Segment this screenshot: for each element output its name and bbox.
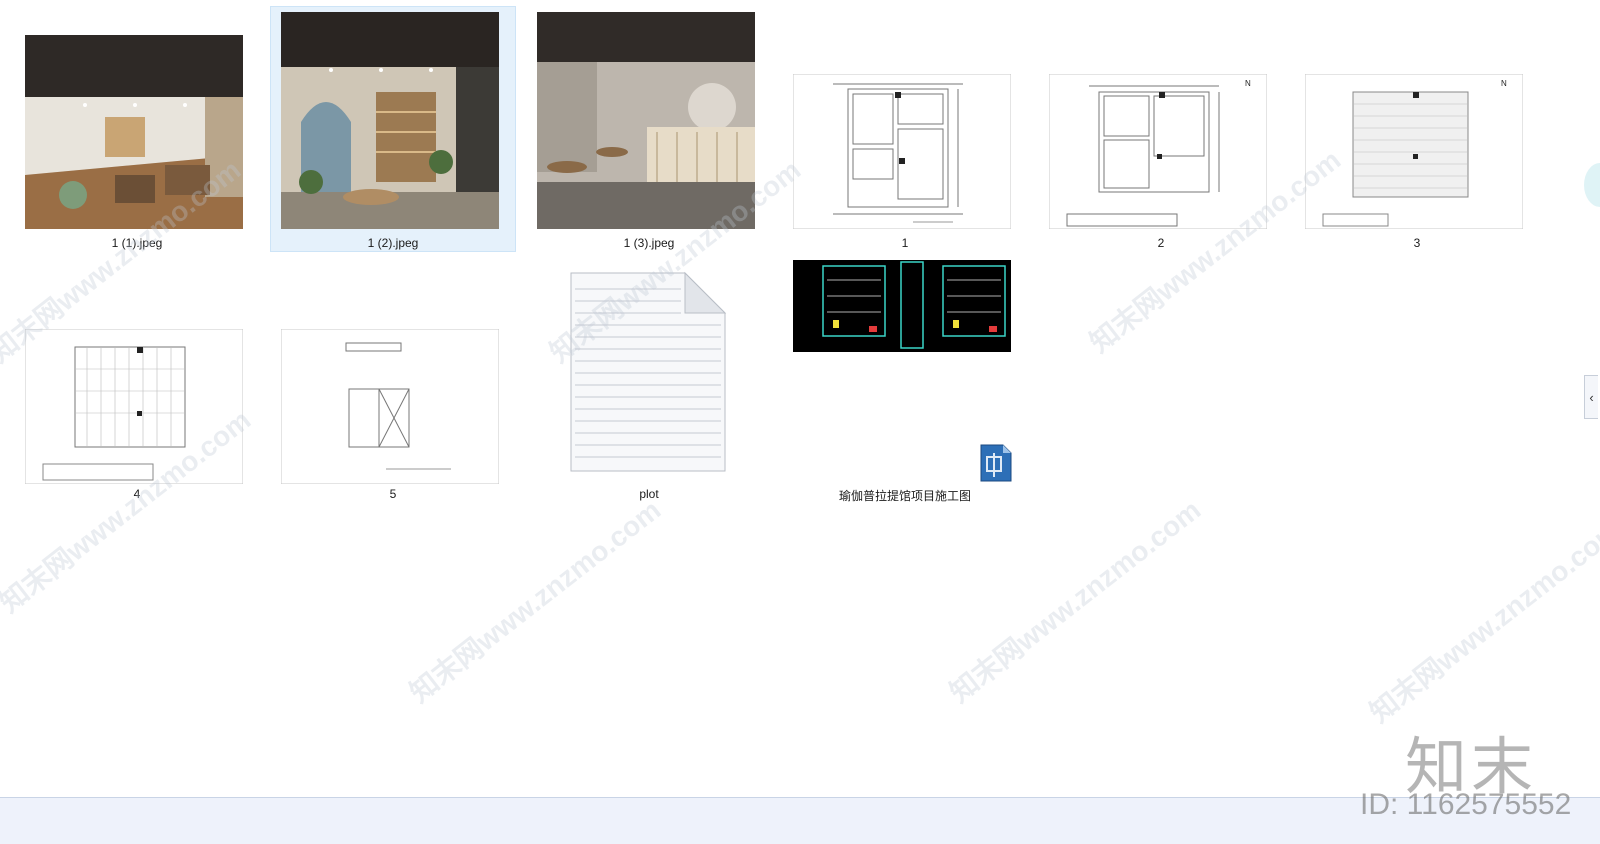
file-name: 1 (1).jpeg: [111, 236, 163, 250]
cad-file-icon: [979, 443, 1013, 483]
file-name: 瑜伽普拉提馆项目施工图: [838, 489, 971, 503]
file-item-cad-drawing[interactable]: 瑜伽普拉提馆项目施工图: [782, 252, 1028, 506]
floorplan-thumbnail: [793, 74, 1011, 229]
file-name: 1 (3).jpeg: [623, 236, 675, 250]
watermark-text: 知末网www.znzmo.com: [1364, 513, 1600, 729]
file-item-1-1-jpeg[interactable]: 1 (1).jpeg: [14, 6, 260, 252]
file-name: 5: [389, 487, 397, 501]
file-name: plot: [639, 487, 659, 501]
file-item-plot[interactable]: plot: [526, 260, 772, 506]
floorplan-thumbnail: N: [1305, 74, 1523, 229]
text-document-icon: [567, 269, 727, 475]
file-item-1[interactable]: 1: [782, 6, 1028, 252]
photo-thumbnail: [537, 12, 755, 229]
watermark-text: 知末网www.znzmo.com: [944, 493, 1207, 709]
file-item-1-2-jpeg[interactable]: 1 (2).jpeg: [270, 6, 516, 252]
photo-thumbnail: [281, 12, 499, 229]
file-view-pane: 1 (1).jpeg 1 (2).jpeg 1 (3).jpeg 1 N 2 N…: [0, 0, 1600, 798]
floorplan-thumbnail: [25, 329, 243, 484]
file-item-2[interactable]: N 2: [1038, 6, 1284, 252]
file-item-3[interactable]: N 3: [1294, 6, 1540, 252]
file-name: 1 (2).jpeg: [367, 236, 419, 250]
resource-id-watermark: ID: 1162575552: [1360, 788, 1572, 821]
svg-text:N: N: [1245, 79, 1251, 88]
chevron-left-icon[interactable]: ‹: [1584, 375, 1598, 419]
elevation-thumbnail: [281, 329, 499, 484]
file-item-5[interactable]: 5: [270, 260, 516, 506]
file-item-1-3-jpeg[interactable]: 1 (3).jpeg: [526, 6, 772, 252]
edge-decoration: [1584, 163, 1600, 207]
watermark-text: 知末网www.znzmo.com: [404, 493, 667, 709]
file-name: 3: [1413, 236, 1421, 250]
floorplan-thumbnail: N: [1049, 74, 1267, 229]
file-name: 1: [901, 236, 909, 250]
photo-thumbnail: [25, 35, 243, 229]
svg-text:N: N: [1501, 79, 1507, 88]
file-name: 2: [1157, 236, 1165, 250]
file-name: 4: [133, 487, 141, 501]
file-item-4[interactable]: 4: [14, 260, 260, 506]
